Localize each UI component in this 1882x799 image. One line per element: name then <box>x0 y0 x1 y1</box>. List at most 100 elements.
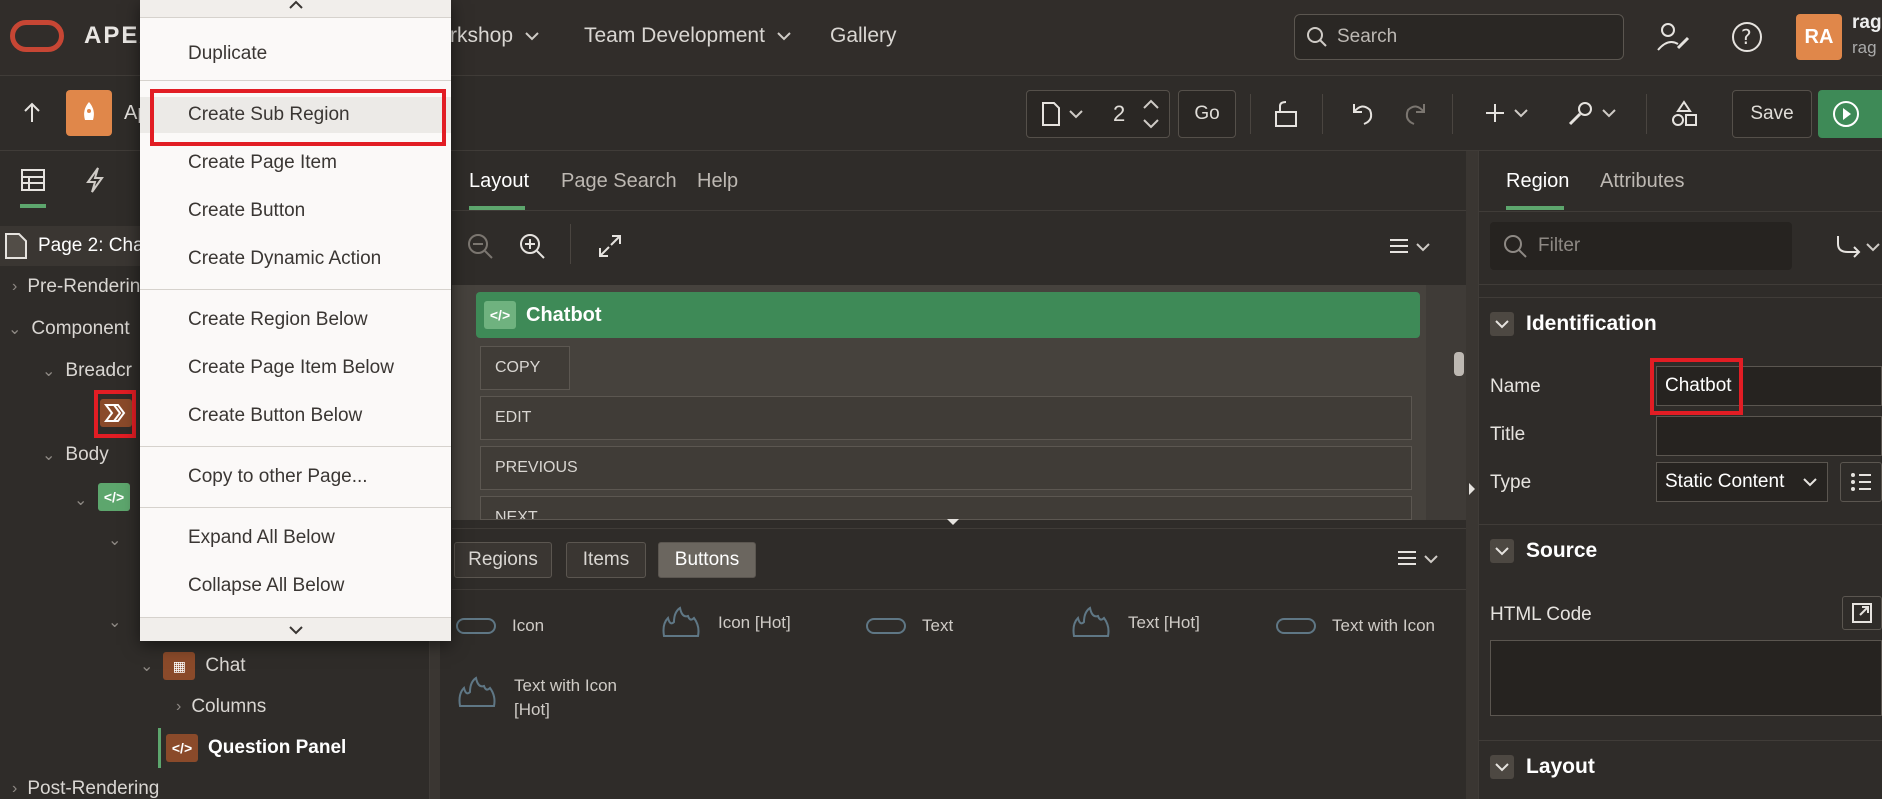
run-page-button[interactable] <box>1818 90 1882 138</box>
user-name[interactable]: rag <box>1852 12 1882 34</box>
menu-create-button[interactable]: Create Button <box>140 193 451 229</box>
open-code-editor-button[interactable] <box>1842 596 1882 630</box>
gallery-item-text-with-icon[interactable]: Text with Icon <box>1276 616 1435 636</box>
gallery-item-icon[interactable]: Icon <box>456 616 544 636</box>
gallery-item-text-with-icon-hot[interactable]: Text with Icon [Hot] <box>456 676 617 720</box>
button-slot-edit[interactable]: EDIT <box>480 396 1412 440</box>
nav-workshop[interactable]: rkshop <box>450 24 539 48</box>
menu-create-page-item[interactable]: Create Page Item <box>140 145 451 181</box>
tree-breadcrumb[interactable]: ⌄ Breadcr <box>42 360 132 382</box>
up-arrow-icon[interactable] <box>22 102 42 124</box>
menu-duplicate[interactable]: Duplicate <box>140 36 451 72</box>
gallery-item-label: Icon <box>512 616 545 635</box>
tree-post-rendering[interactable]: › Post-Rendering <box>12 778 159 799</box>
save-button[interactable]: Save <box>1732 90 1812 138</box>
selected-indicator <box>158 728 161 768</box>
button-slot-copy[interactable]: COPY <box>480 346 570 390</box>
tree-components[interactable]: ⌄ Component <box>8 318 130 340</box>
gallery-menu-button[interactable] <box>1396 548 1438 568</box>
undo-icon[interactable] <box>1348 100 1376 128</box>
chevron-down-icon <box>1424 555 1438 564</box>
help-icon[interactable]: ? <box>1730 20 1764 54</box>
menu-create-region-below[interactable]: Create Region Below <box>140 302 451 338</box>
tab-layout[interactable]: Layout <box>469 170 529 193</box>
type-select[interactable]: Static Content <box>1656 462 1828 502</box>
gallery-item-text-hot[interactable]: Text [Hot] <box>1070 606 1200 640</box>
tab-page-search[interactable]: Page Search <box>561 170 677 193</box>
menu-create-page-item-below[interactable]: Create Page Item Below <box>140 350 451 386</box>
oracle-logo[interactable] <box>10 20 64 52</box>
menu-scroll-down[interactable] <box>140 617 451 641</box>
tab-region[interactable]: Region <box>1506 170 1569 193</box>
right-splitter[interactable] <box>1466 151 1478 799</box>
utilities-menu-button[interactable] <box>1566 100 1616 128</box>
gallery-tab-regions[interactable]: Regions <box>454 542 552 578</box>
chevron-down-icon[interactable]: ⌄ <box>74 490 87 510</box>
global-search-input[interactable]: Search <box>1294 14 1624 60</box>
layout-menu-button[interactable] <box>1388 236 1430 256</box>
nav-team-development[interactable]: Team Development <box>584 24 791 48</box>
button-slot-previous[interactable]: PREVIOUS <box>480 446 1412 490</box>
chevron-down-icon[interactable]: ⌄ <box>108 612 121 632</box>
tree-page-node[interactable]: Page 2: Chat <box>4 232 149 260</box>
gallery-tab-items[interactable]: Items <box>566 542 646 578</box>
menu-scroll-up[interactable] <box>140 0 451 18</box>
tab-region-indicator <box>1506 206 1564 210</box>
menu-expand-all-below[interactable]: Expand All Below <box>140 520 451 556</box>
page-stepper[interactable] <box>1136 92 1166 136</box>
type-list-button[interactable] <box>1840 462 1882 502</box>
go-button[interactable]: Go <box>1178 90 1236 138</box>
app-rocket-icon[interactable] <box>66 90 112 136</box>
menu-create-button-below[interactable]: Create Button Below <box>140 398 451 434</box>
tree-question-panel[interactable]: </> Question Panel <box>166 734 346 762</box>
menu-divider <box>140 289 451 290</box>
breadcrumb-icon[interactable] <box>100 399 132 427</box>
tree-pre-rendering[interactable]: › Pre-Renderin <box>12 276 140 298</box>
redo-icon[interactable] <box>1402 100 1430 128</box>
lock-icon[interactable] <box>1272 100 1300 128</box>
tree-body[interactable]: ⌄ Body <box>42 444 109 466</box>
tree-columns[interactable]: › Columns <box>176 696 266 718</box>
chatbot-region[interactable]: </> Chatbot <box>476 292 1420 338</box>
menu-copy-to-other-page[interactable]: Copy to other Page... <box>140 459 451 495</box>
go-to-group-button[interactable] <box>1834 234 1880 258</box>
tree-chat-label: Chat <box>205 655 246 676</box>
title-input[interactable] <box>1656 416 1882 456</box>
tree-chat-region[interactable]: ⌄ ▦ Chat <box>140 652 246 680</box>
dynamic-actions-tab-icon[interactable] <box>84 166 106 194</box>
user-avatar[interactable]: RA <box>1796 14 1842 60</box>
admin-wrench-icon[interactable] <box>1656 20 1692 54</box>
html-code-textarea[interactable] <box>1490 640 1882 716</box>
section-layout[interactable]: Layout <box>1478 740 1882 792</box>
splitter-arrow-icon[interactable] <box>946 518 960 526</box>
section-source[interactable]: Source <box>1478 524 1882 576</box>
search-icon <box>1504 235 1527 258</box>
gallery-item-text[interactable]: Text <box>866 616 953 636</box>
name-label: Name <box>1490 376 1541 397</box>
menu-collapse-all-below[interactable]: Collapse All Below <box>140 568 451 604</box>
toolbar-divider <box>1452 94 1453 134</box>
tree-columns-label: Columns <box>191 696 267 717</box>
zoom-out-icon[interactable] <box>466 232 494 260</box>
page-number-input[interactable]: 2 <box>1113 101 1125 127</box>
create-menu-button[interactable] <box>1484 102 1528 124</box>
grid-scrollbar[interactable] <box>1454 352 1464 376</box>
chatbot-region-icon[interactable]: </> <box>98 483 130 511</box>
wrench-icon <box>1568 102 1592 126</box>
shared-components-icon[interactable] <box>1670 100 1698 128</box>
expand-icon[interactable] <box>596 232 624 260</box>
tab-help[interactable]: Help <box>697 170 738 193</box>
chevron-down-icon[interactable]: ⌄ <box>108 530 121 550</box>
gallery-item-icon-hot[interactable]: Icon [Hot] <box>660 606 791 640</box>
rendering-tab-icon[interactable] <box>20 168 46 192</box>
splitter-arrow-icon[interactable] <box>1468 482 1476 496</box>
section-identification[interactable]: Identification <box>1478 297 1882 349</box>
tab-attributes[interactable]: Attributes <box>1600 170 1684 193</box>
property-filter-input[interactable]: Filter <box>1490 222 1792 270</box>
nav-gallery[interactable]: Gallery <box>830 24 897 48</box>
menu-create-dynamic-action[interactable]: Create Dynamic Action <box>140 241 451 277</box>
button-slot-next[interactable]: NEXT <box>480 496 1412 520</box>
gallery-tab-buttons[interactable]: Buttons <box>658 542 756 578</box>
zoom-in-icon[interactable] <box>518 232 546 260</box>
tree-pre-rendering-label: Pre-Renderin <box>27 276 141 297</box>
